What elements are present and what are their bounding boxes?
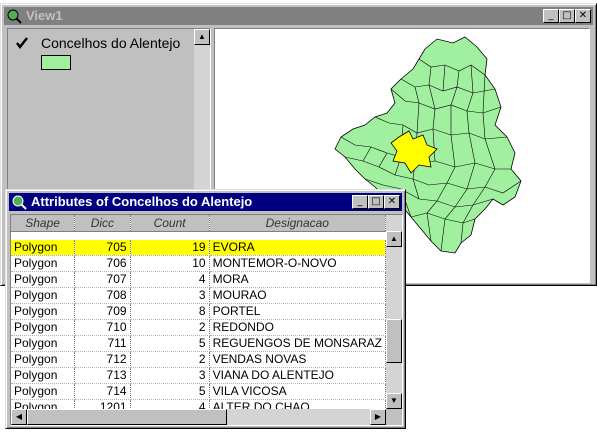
cell-count: 19 (130, 240, 210, 256)
cell-shape: Polygon (11, 255, 76, 272)
table-row[interactable]: Polygon 714 5 VILA VICOSA (11, 383, 386, 400)
attributes-table-body: Polygon 705 19 EVORA Polygon 706 10 MONTEMOR-O-… (11, 240, 386, 409)
column-header-designacao[interactable]: Designacao (209, 215, 386, 232)
cell-dicc: 714 (74, 383, 131, 400)
cell-dicc: 711 (74, 335, 131, 352)
cell-shape: Polygon (11, 383, 76, 400)
layer-name[interactable]: Concelhos do Alentejo (41, 35, 180, 51)
attributes-vertical-thumb[interactable] (386, 319, 402, 363)
checkmark-icon (16, 37, 28, 49)
attributes-titlebar[interactable]: Attributes of Concelhos do Alentejo _ □ … (9, 193, 402, 211)
cell-dicc: 712 (74, 351, 131, 368)
cell-count: 5 (130, 383, 210, 400)
cell-count: 2 (130, 319, 210, 336)
scrollbar-corner (386, 409, 402, 425)
cell-count: 2 (130, 351, 210, 368)
cell-count: 4 (130, 399, 210, 409)
table-row[interactable]: Polygon 705 19 EVORA (11, 240, 386, 256)
attributes-horizontal-thumb[interactable] (27, 409, 227, 425)
attributes-close-button[interactable]: ✕ (384, 195, 400, 209)
layer-visibility-checkbox[interactable] (15, 36, 29, 50)
cell-dicc: 707 (74, 271, 131, 288)
view-magnifier-icon (7, 9, 22, 24)
cell-shape: Polygon (11, 351, 76, 368)
cell-shape: Polygon (11, 319, 76, 336)
legend-scroll-up-button[interactable]: ▲ (194, 29, 210, 45)
table-row[interactable]: Polygon 1201 4 ALTER DO CHAO (11, 399, 386, 409)
attributes-window[interactable]: Attributes of Concelhos do Alentejo _ □ … (5, 189, 406, 429)
cell-count: 4 (130, 271, 210, 288)
cell-count: 8 (130, 303, 210, 320)
table-row[interactable]: Polygon 709 8 PORTEL (11, 303, 386, 320)
table-row[interactable]: Polygon 710 2 REDONDO (11, 319, 386, 336)
attributes-table: Shape Dicc Count Designacao Polygon 705 19… (11, 215, 386, 409)
table-row[interactable]: Polygon 713 3 VIANA DO ALENTEJO (11, 367, 386, 384)
cell-dicc: 713 (74, 367, 131, 384)
cell-shape: Polygon (11, 399, 76, 409)
cell-designacao: VENDAS NOVAS (209, 351, 386, 368)
attributes-maximize-button[interactable]: □ (368, 195, 384, 209)
cell-designacao: VILA VICOSA (209, 383, 386, 400)
cell-designacao: MOURAO (209, 287, 386, 304)
attributes-scroll-up-button[interactable]: ▲ (386, 231, 402, 247)
header-spacer-row (11, 231, 386, 240)
table-row[interactable]: Polygon 706 10 MONTEMOR-O-NOVO (11, 255, 386, 272)
cell-dicc: 708 (74, 287, 131, 304)
cell-shape: Polygon (11, 287, 76, 304)
view1-title: View1 (26, 8, 63, 23)
cell-shape: Polygon (11, 271, 76, 288)
cell-designacao: EVORA (209, 240, 386, 256)
cell-dicc: 1201 (74, 399, 131, 409)
attributes-scroll-down-button[interactable]: ▼ (386, 393, 402, 409)
attributes-table-area: Shape Dicc Count Designacao Polygon 705 19… (10, 214, 403, 426)
attributes-minimize-button[interactable]: _ (352, 195, 368, 209)
cell-shape: Polygon (11, 335, 76, 352)
cell-shape: Polygon (11, 303, 76, 320)
table-row[interactable]: Polygon 712 2 VENDAS NOVAS (11, 351, 386, 368)
layer-symbol-swatch (41, 55, 71, 70)
cell-designacao: REDONDO (209, 319, 386, 336)
cell-dicc: 705 (74, 240, 131, 256)
cell-designacao: ALTER DO CHAO (209, 399, 386, 409)
cell-count: 5 (130, 335, 210, 352)
cell-dicc: 709 (74, 303, 131, 320)
table-row[interactable]: Polygon 707 4 MORA (11, 271, 386, 288)
cell-designacao: PORTEL (209, 303, 386, 320)
cell-dicc: 706 (74, 255, 131, 272)
attributes-vertical-scrollbar[interactable]: ▲ ▼ (386, 215, 402, 409)
table-magnifier-icon (12, 195, 27, 210)
view1-close-button[interactable]: ✕ (575, 9, 591, 23)
table-header-row: Shape Dicc Count Designacao (11, 215, 386, 232)
view1-minimize-button[interactable]: _ (543, 9, 559, 23)
column-header-count[interactable]: Count (130, 215, 210, 232)
attributes-scroll-left-button[interactable]: ◀ (11, 409, 27, 425)
column-header-dicc[interactable]: Dicc (74, 215, 131, 232)
cell-designacao: MONTEMOR-O-NOVO (209, 255, 386, 272)
attributes-table-viewport: Shape Dicc Count Designacao Polygon 705 19… (11, 215, 386, 409)
cell-designacao: VIANA DO ALENTEJO (209, 367, 386, 384)
cell-shape: Polygon (11, 240, 76, 256)
cell-dicc: 710 (74, 319, 131, 336)
view1-maximize-button[interactable]: □ (559, 9, 575, 23)
cell-count: 3 (130, 287, 210, 304)
cell-count: 3 (130, 367, 210, 384)
cell-shape: Polygon (11, 367, 76, 384)
view1-titlebar[interactable]: View1 _ □ ✕ (4, 7, 593, 25)
cell-designacao: REGUENGOS DE MONSARAZ (209, 335, 386, 352)
cell-count: 10 (130, 255, 210, 272)
table-row[interactable]: Polygon 708 3 MOURAO (11, 287, 386, 304)
attributes-title: Attributes of Concelhos do Alentejo (31, 194, 253, 209)
table-row[interactable]: Polygon 711 5 REGUENGOS DE MONSARAZ (11, 335, 386, 352)
attributes-horizontal-scrollbar[interactable]: ◀ ▶ (11, 409, 386, 425)
attributes-scroll-right-button[interactable]: ▶ (370, 409, 386, 425)
column-header-shape[interactable]: Shape (11, 215, 76, 232)
cell-designacao: MORA (209, 271, 386, 288)
